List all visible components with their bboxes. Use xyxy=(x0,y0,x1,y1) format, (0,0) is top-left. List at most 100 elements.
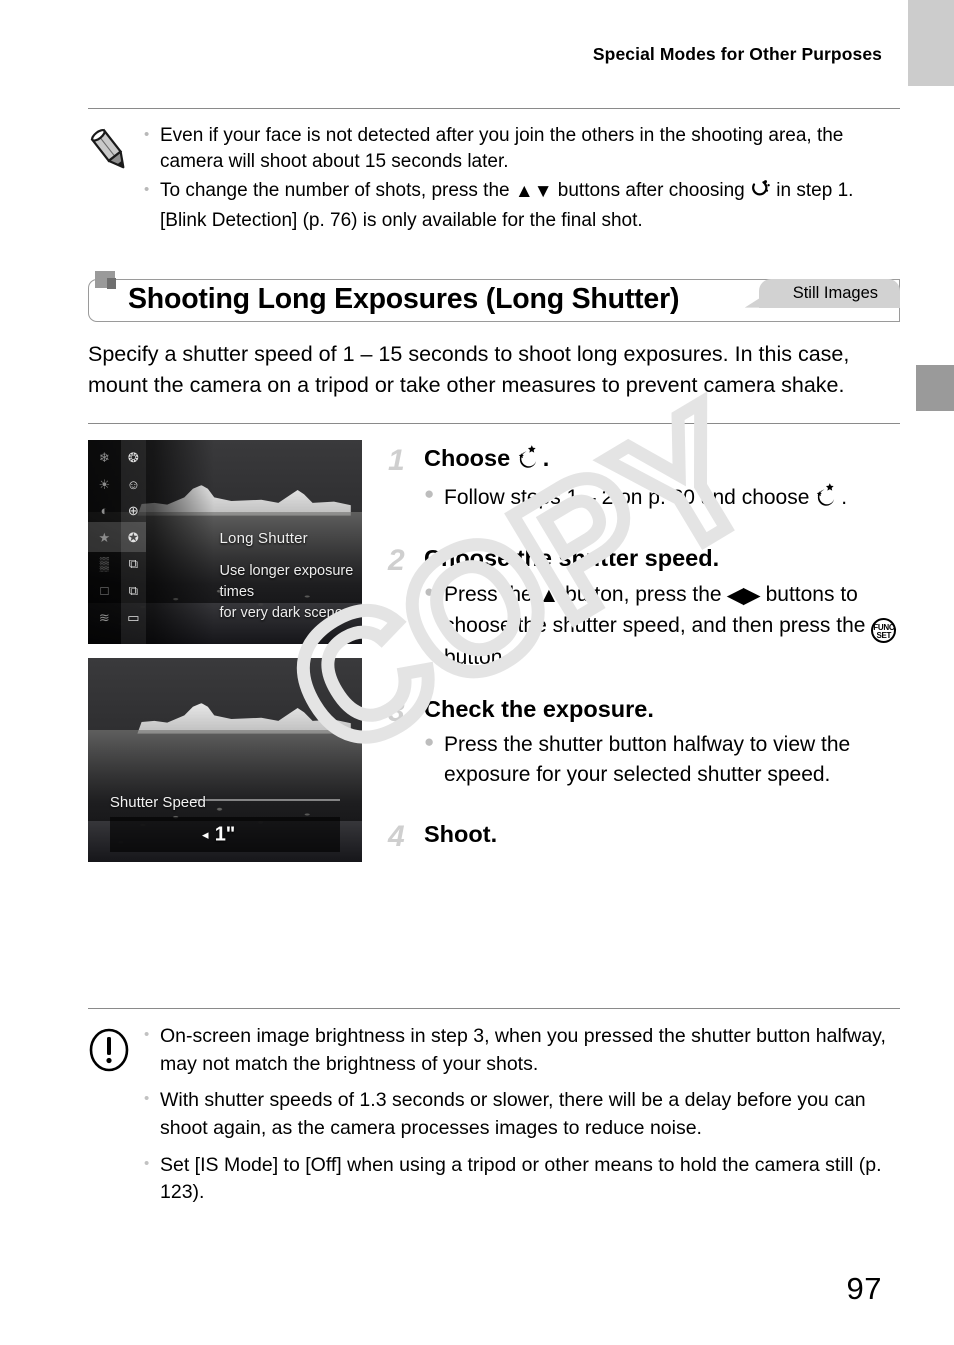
step-1-title-pre: Choose xyxy=(424,445,517,472)
step-body: Choose the shutter speed. ● Press the ▲ … xyxy=(424,544,900,675)
menu-icon-a2: ☀ xyxy=(98,476,111,492)
caution-note-list: • On-screen image brightness in step 3, … xyxy=(144,1023,900,1216)
caution-text-2: With shutter speeds of 1.3 seconds or sl… xyxy=(160,1089,866,1140)
left-right-buttons-icon: ◀▶ xyxy=(727,583,760,607)
section-bookmark-icon xyxy=(93,268,127,298)
section-intro-text: Specify a shutter speed of 1 – 15 second… xyxy=(88,341,850,398)
exclamation-caution-icon xyxy=(88,1023,144,1216)
menu-icon-a3: ◐ xyxy=(100,503,109,519)
screen-mode-desc-line2: for very dark scenes xyxy=(219,604,351,621)
chapter-tab-marker-current xyxy=(916,365,954,411)
up-button-icon: ▲ xyxy=(538,583,560,607)
caution-block: • On-screen image brightness in step 3, … xyxy=(88,1008,900,1222)
long-shutter-mode-icon xyxy=(517,444,543,475)
step-1: 1 Choose . ● Follow steps 1 – 2 on p. 80… xyxy=(388,444,900,516)
step-number: 3 xyxy=(388,694,405,728)
chapter-tab-marker-top xyxy=(908,0,954,86)
menu-icon-a6: □ xyxy=(100,583,109,599)
menu-icon-b7: ▭ xyxy=(127,609,140,625)
long-shutter-menu-screen: ❄ ☀ ◐ ★ ▒ □ ≋ ❂ ☺ ⊕ ✪ ⧉ ⧉ ▭ Long Shutter xyxy=(88,440,362,645)
step-2-text-a: Press the xyxy=(444,582,539,606)
steps-top-divider xyxy=(88,423,900,425)
page-content: • Even if your face is not detected afte… xyxy=(88,0,900,863)
step-2-bullet-text: Press the ▲ button, press the ◀▶ buttons… xyxy=(444,580,900,673)
step-1-bullet-text: Follow steps 1 – 2 on p. 80 and choose . xyxy=(444,482,900,515)
tip-note-text-2-b: buttons after choosing xyxy=(552,180,751,202)
step-number: 1 xyxy=(388,444,405,478)
tip-note-text-2-a: To change the number of shots, press the xyxy=(160,180,515,202)
caution-text-1: On-screen image brightness in step 3, wh… xyxy=(160,1025,886,1075)
list-item: • Set [IS Mode] to [Off] when using a tr… xyxy=(144,1152,900,1207)
steps-area: ❄ ☀ ◐ ★ ▒ □ ≋ ❂ ☺ ⊕ ✪ ⧉ ⧉ ▭ Long Shutter xyxy=(88,440,900,863)
step-3-bullet-text: Press the shutter button halfway to view… xyxy=(444,733,851,787)
step-2-text-b: button, press the xyxy=(559,582,728,606)
page-title: Shooting Long Exposures (Long Shutter) xyxy=(128,283,680,316)
screen-shutter-speed-bar: ◂ 1" xyxy=(109,817,341,853)
list-item: ● Press the shutter button halfway to vi… xyxy=(424,730,900,790)
menu-icon-b5: ⧉ xyxy=(128,556,139,572)
bullet-glyph: • xyxy=(144,126,150,143)
func-set-bottom-label: SET xyxy=(876,630,892,640)
menu-icon-b1: ❂ xyxy=(127,450,139,466)
bullet-glyph: ● xyxy=(424,483,435,503)
list-item: • With shutter speeds of 1.3 seconds or … xyxy=(144,1087,900,1142)
step-2: 2 Choose the shutter speed. ● Press the … xyxy=(388,544,900,675)
section-heading-block: Still Images Shooting Long Exposures (Lo… xyxy=(88,270,900,322)
screen-mode-name: Long Shutter xyxy=(219,529,308,547)
caution-note-box: • On-screen image brightness in step 3, … xyxy=(88,1009,900,1222)
bullet-glyph: • xyxy=(144,1154,150,1172)
pencil-note-icon xyxy=(88,123,144,237)
step-body: Shoot. xyxy=(424,820,900,855)
tip-note-text-1: Even if your face is not detected after … xyxy=(160,125,844,173)
step-1-bullet-post: . xyxy=(841,485,848,509)
step-1-bullet-pre: Follow steps 1 – 2 on p. 80 and choose xyxy=(444,485,816,509)
screen-mode-desc-line1: Use longer exposure times xyxy=(219,562,354,600)
page-number: 97 xyxy=(846,1271,882,1306)
bullet-glyph: • xyxy=(144,181,150,199)
bullet-glyph: ● xyxy=(424,732,435,752)
screen-mode-description: Use longer exposure times for very dark … xyxy=(220,561,357,624)
bullet-glyph: ● xyxy=(424,581,435,601)
screen-shutter-scale xyxy=(192,799,341,802)
screen-shutter-speed-label: Shutter Speed xyxy=(109,794,206,812)
screenshot-column: ❄ ☀ ◐ ★ ▒ □ ≋ ❂ ☺ ⊕ ✪ ⧉ ⧉ ▭ Long Shutter xyxy=(88,440,374,863)
step-4: 4 Shoot. xyxy=(388,820,900,855)
list-item: • On-screen image brightness in step 3, … xyxy=(144,1023,900,1078)
menu-icon-a5: ▒ xyxy=(99,556,109,572)
menu-icon-b6: ⧉ xyxy=(128,583,139,599)
step-number: 2 xyxy=(388,544,405,578)
list-item: • To change the number of shots, press t… xyxy=(144,178,900,233)
menu-icon-a1: ❄ xyxy=(98,450,110,466)
step-1-title: Choose . xyxy=(424,444,900,475)
step-body: Check the exposure. ● Press the shutter … xyxy=(424,695,900,792)
step-3: 3 Check the exposure. ● Press the shutte… xyxy=(388,695,900,792)
list-item: • Even if your face is not detected afte… xyxy=(144,123,900,175)
still-images-tag: Still Images xyxy=(758,278,900,308)
list-item: ● Press the ▲ button, press the ◀▶ butto… xyxy=(424,580,900,673)
menu-icon-b3: ⊕ xyxy=(127,503,139,519)
up-down-buttons-icon: ▲▼ xyxy=(514,181,553,203)
bullet-glyph: • xyxy=(144,1090,150,1108)
func-set-button-icon: FUNC. SET xyxy=(871,618,897,644)
step-body: Choose . ● Follow steps 1 – 2 on p. 80 a… xyxy=(424,444,900,516)
caution-text-3: Set [IS Mode] to [Off] when using a trip… xyxy=(160,1153,882,1204)
steps-column: 1 Choose . ● Follow steps 1 – 2 on p. 80… xyxy=(374,440,900,862)
shutter-speed-screen: Shutter Speed ◂ 1" xyxy=(88,658,362,863)
tip-note-list: • Even if your face is not detected afte… xyxy=(144,123,900,237)
face-self-timer-icon xyxy=(750,178,771,207)
step-number: 4 xyxy=(388,819,405,853)
menu-icon-b4-long-shutter: ✪ xyxy=(127,529,139,545)
menu-icon-b2: ☺ xyxy=(126,476,140,492)
tip-note-box: • Even if your face is not detected afte… xyxy=(88,109,900,243)
bullet-glyph: • xyxy=(144,1026,150,1043)
menu-icon-a7: ≋ xyxy=(98,609,110,625)
screen-shutter-speed-value: 1" xyxy=(214,823,236,846)
step-4-title: Shoot. xyxy=(424,820,498,847)
tip-note-text-2: To change the number of shots, press the… xyxy=(160,178,900,233)
step-2-title: Choose the shutter speed. xyxy=(424,545,720,572)
long-shutter-mode-icon xyxy=(815,482,841,515)
list-item: ● Follow steps 1 – 2 on p. 80 and choose… xyxy=(424,482,900,515)
step-1-title-post: . xyxy=(542,445,550,472)
menu-icon-a4-selected: ★ xyxy=(98,529,111,545)
step-2-text-d: button. xyxy=(444,646,509,670)
